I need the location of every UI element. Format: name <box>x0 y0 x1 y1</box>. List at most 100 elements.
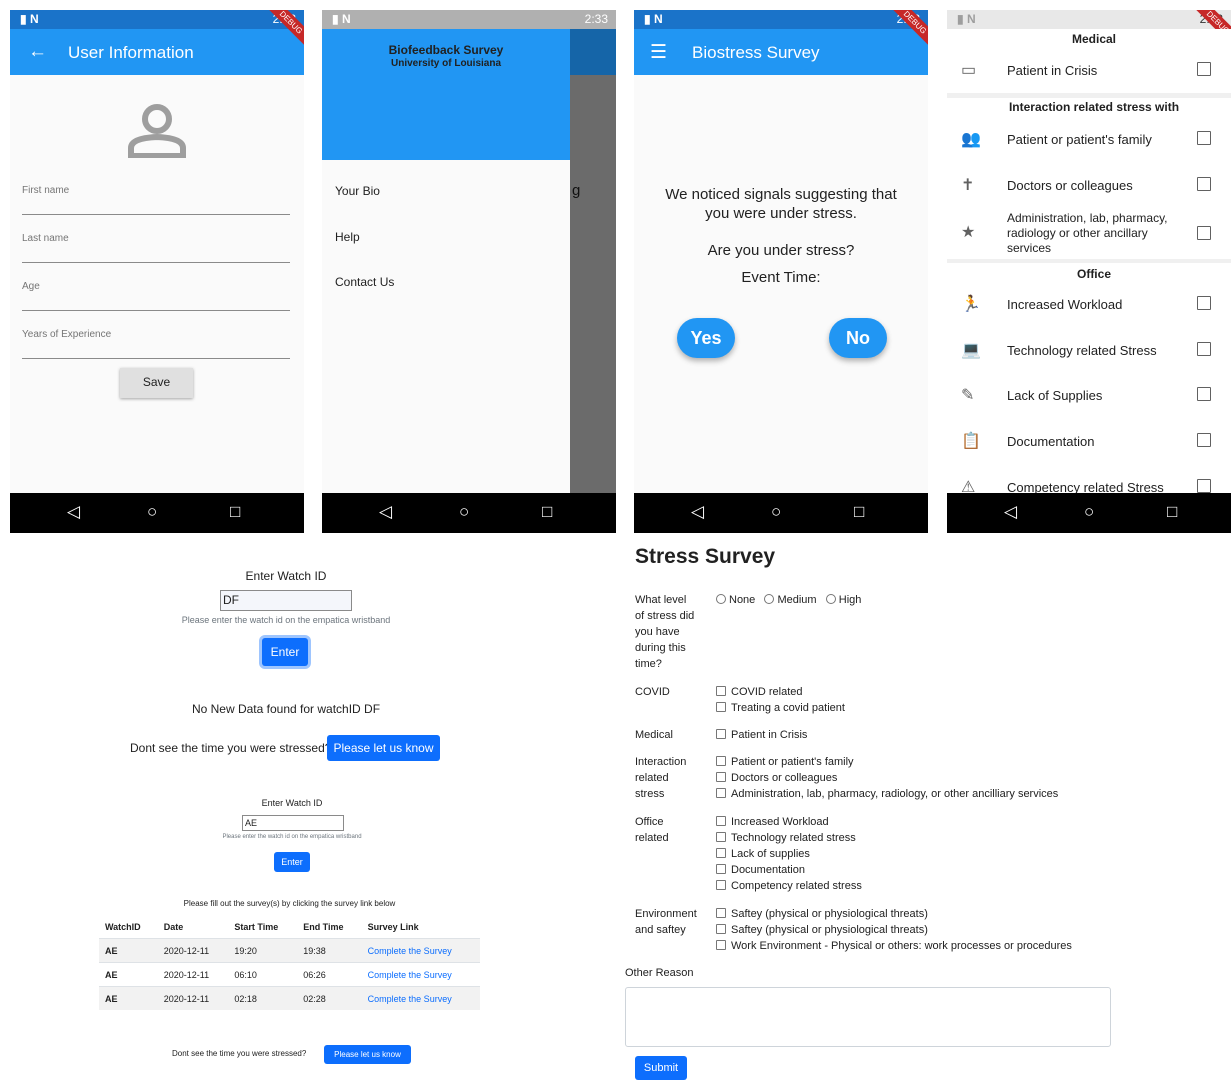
other-reason-label: Other Reason <box>625 967 694 979</box>
survey-link[interactable]: Complete the Survey <box>361 938 480 963</box>
option-documentation[interactable]: 📋 Documentation <box>947 419 1231 463</box>
watch-id-label-2: Enter Watch ID <box>261 798 323 808</box>
survey-link[interactable]: Complete the Survey <box>361 962 480 987</box>
col-end-time: End Time <box>297 916 362 939</box>
enter-button[interactable]: Enter <box>262 638 308 666</box>
drawer-subtitle: University of Louisiana <box>390 58 502 69</box>
recents-nav-icon[interactable]: □ <box>1167 502 1177 522</box>
stress-question: Are you under stress? <box>707 242 855 259</box>
home-nav-icon[interactable]: ○ <box>1084 502 1094 522</box>
checkbox[interactable] <box>1197 342 1211 356</box>
app-bar: ← User Information <box>10 29 304 75</box>
checkbox-option[interactable]: Increased Workload <box>716 814 862 830</box>
back-arrow-icon[interactable]: ← <box>28 41 47 63</box>
checkbox[interactable] <box>1197 177 1211 191</box>
checkbox[interactable] <box>1197 433 1211 447</box>
group-options-medical: Patient in Crisis <box>716 727 807 743</box>
option-doctors-colleagues[interactable]: ✝ Doctors or colleagues <box>947 163 1231 207</box>
checkbox-option[interactable]: Administration, lab, pharmacy, radiology… <box>716 786 1058 802</box>
app-bar: ☰ Biostress Survey <box>634 29 928 75</box>
section-header-office: Office <box>1076 267 1111 281</box>
watch-id-input-2[interactable]: AE <box>242 815 344 831</box>
checkbox[interactable] <box>1197 131 1211 145</box>
back-nav-icon[interactable]: ◁ <box>379 502 392 522</box>
status-bar: ▮ N 2:33 <box>322 10 616 29</box>
checkbox-option[interactable]: Documentation <box>716 862 862 878</box>
home-nav-icon[interactable]: ○ <box>147 502 157 522</box>
back-nav-icon[interactable]: ◁ <box>691 502 704 522</box>
drawer-item-your-bio[interactable]: Your Bio <box>335 184 380 198</box>
menu-icon[interactable]: ☰ <box>650 41 667 64</box>
age-field[interactable]: Age <box>22 276 290 311</box>
let-us-know-button[interactable]: Please let us know <box>327 735 440 761</box>
section-header-interaction: Interaction related stress with <box>1008 100 1180 114</box>
submit-button[interactable]: Submit <box>635 1056 687 1080</box>
option-patient-in-crisis[interactable]: ▭ Patient in Crisis <box>947 48 1231 92</box>
star-icon: ★ <box>961 224 976 241</box>
recents-nav-icon[interactable]: □ <box>542 502 552 522</box>
checkbox-option[interactable]: Technology related stress <box>716 830 862 846</box>
radio-medium[interactable]: Medium <box>764 594 817 606</box>
last-name-field[interactable]: Last name <box>22 228 290 263</box>
drawer-item-contact-us[interactable]: Contact Us <box>335 275 394 289</box>
watch-id-label: Enter Watch ID <box>245 569 327 583</box>
recents-nav-icon[interactable]: □ <box>230 502 240 522</box>
survey-link[interactable]: Complete the Survey <box>361 986 480 1010</box>
checkbox[interactable] <box>1197 226 1211 240</box>
watch-id-input[interactable]: DF <box>220 590 352 611</box>
level-question: What level of stress did you have during… <box>635 594 695 670</box>
enter-button-2[interactable]: Enter <box>274 852 310 872</box>
status-bar: ▮ N 2:33 <box>634 10 928 29</box>
yes-button[interactable]: Yes <box>677 318 735 358</box>
checkbox-option[interactable]: Doctors or colleagues <box>716 770 1058 786</box>
recents-nav-icon[interactable]: □ <box>854 502 864 522</box>
android-nav-bar: ◁ ○ □ <box>634 493 928 533</box>
checkbox-option[interactable]: Saftey (physical or physiological threat… <box>716 922 1072 938</box>
checkbox-option[interactable]: COVID related <box>716 684 845 700</box>
option-technology-stress[interactable]: 💻 Technology related Stress <box>947 328 1231 372</box>
checkbox-option[interactable]: Patient in Crisis <box>716 727 807 743</box>
let-us-know-button-2[interactable]: Please let us know <box>324 1045 411 1064</box>
experience-field[interactable]: Years of Experience <box>22 324 290 359</box>
bed-icon: ▭ <box>961 62 977 79</box>
radio-none[interactable]: None <box>716 594 755 606</box>
save-button[interactable]: Save <box>120 368 193 398</box>
checkbox-option[interactable]: Treating a covid patient <box>716 700 845 716</box>
checkbox-option[interactable]: Lack of supplies <box>716 846 862 862</box>
option-patient-family[interactable]: 👥 Patient or patient's family <box>947 117 1231 161</box>
dont-see-text: Dont see the time you were stressed? <box>130 741 332 755</box>
first-name-field[interactable]: First name <box>22 180 290 215</box>
group-options-environment: Saftey (physical or physiological threat… <box>716 906 1072 954</box>
checkbox-option[interactable]: Patient or patient's family <box>716 754 1058 770</box>
no-button[interactable]: No <box>829 318 887 358</box>
option-administration[interactable]: ★ Administration, lab, pharmacy, radiolo… <box>947 208 1231 258</box>
option-increased-workload[interactable]: 🏃 Increased Workload <box>947 282 1231 326</box>
radio-high[interactable]: High <box>825 594 861 606</box>
table-row: AE 2020-12-11 02:18 02:28 Complete the S… <box>99 986 480 1010</box>
checkbox[interactable] <box>1197 296 1211 310</box>
drawer-header: Biofeedback Survey University of Louisia… <box>322 29 570 160</box>
other-reason-textarea[interactable] <box>625 987 1111 1047</box>
checkbox-option[interactable]: Work Environment - Physical or others: w… <box>716 938 1072 954</box>
watch-id-hint: Please enter the watch id on the empatic… <box>181 615 391 625</box>
no-data-message: No New Data found for watchID DF <box>191 702 381 716</box>
checkbox-option[interactable]: Saftey (physical or physiological threat… <box>716 906 1072 922</box>
home-nav-icon[interactable]: ○ <box>459 502 469 522</box>
clipboard-icon: 📋 <box>961 433 981 450</box>
group-label-environment: Environment and saftey <box>635 908 697 936</box>
table-row: AE 2020-12-11 19:20 19:38 Complete the S… <box>99 938 480 963</box>
checkbox-option[interactable]: Competency related stress <box>716 878 862 894</box>
drawer-item-help[interactable]: Help <box>335 230 360 244</box>
col-start-time: Start Time <box>228 916 298 939</box>
checkbox[interactable] <box>1197 387 1211 401</box>
checkbox[interactable] <box>1197 479 1211 493</box>
back-nav-icon[interactable]: ◁ <box>1004 502 1017 522</box>
home-nav-icon[interactable]: ○ <box>771 502 781 522</box>
option-lack-of-supplies[interactable]: ✎ Lack of Supplies <box>947 373 1231 417</box>
survey-table: WatchID Date Start Time End Time Survey … <box>99 916 480 1010</box>
appbar-behind-scrim <box>570 29 616 75</box>
table-row: AE 2020-12-11 06:10 06:26 Complete the S… <box>99 962 480 987</box>
back-nav-icon[interactable]: ◁ <box>67 502 80 522</box>
status-bar: ▮ N 2:33 <box>947 10 1231 29</box>
checkbox[interactable] <box>1197 62 1211 76</box>
